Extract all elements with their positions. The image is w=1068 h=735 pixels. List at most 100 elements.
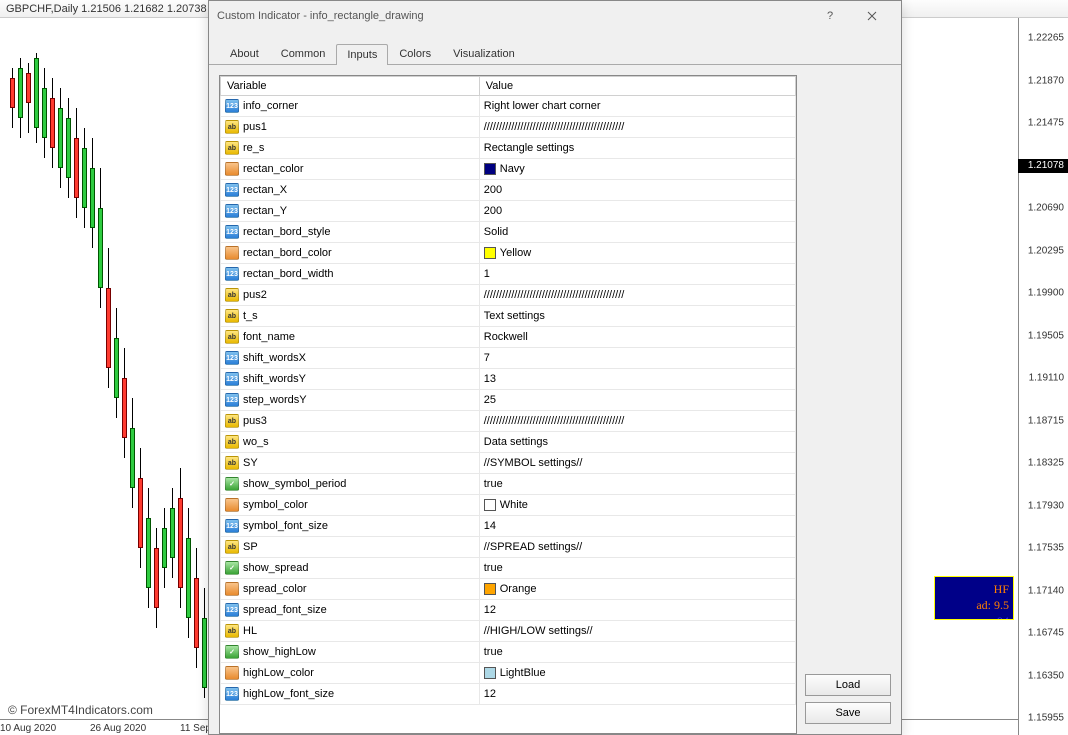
value-cell[interactable]: Right lower chart corner	[479, 96, 795, 117]
value-cell[interactable]: ////////////////////////////////////////…	[479, 285, 795, 306]
variable-name: spread_color	[243, 583, 307, 595]
table-row[interactable]: 123 shift_wordsX 7	[221, 348, 796, 369]
table-row[interactable]: 123rectan_bord_styleSolid	[221, 222, 796, 243]
table-row[interactable]: 123shift_wordsY13	[221, 369, 796, 390]
value-text: //SPREAD settings//	[484, 541, 582, 553]
table-row[interactable]: rectan_bord_colorYellow	[221, 243, 796, 264]
price-tick: 1.16745	[1028, 628, 1064, 639]
value-cell[interactable]: Rectangle settings	[479, 138, 795, 159]
attribution-text: © ForexMT4Indicators.com	[8, 703, 153, 717]
table-row[interactable]: 123symbol_font_size14	[221, 516, 796, 537]
variable-name: pus2	[243, 289, 267, 301]
inputs-grid[interactable]: Variable Value 123info_cornerRight lower…	[219, 75, 797, 734]
variable-name: font_name	[243, 331, 295, 343]
value-cell[interactable]: Orange	[479, 579, 795, 600]
variable-name: highLow_color	[243, 667, 314, 679]
variable-name: pus1	[243, 121, 267, 133]
tab-inputs[interactable]: Inputs	[336, 44, 388, 65]
price-tick: 1.21870	[1028, 75, 1064, 86]
table-row[interactable]: symbol_color White	[221, 495, 796, 516]
table-row[interactable]: highLow_color LightBlue	[221, 663, 796, 684]
value-cell[interactable]: 13	[479, 369, 795, 390]
table-row[interactable]: ✓show_highLowtrue	[221, 642, 796, 663]
value-cell[interactable]: Data settings	[479, 432, 795, 453]
value-cell[interactable]: ////////////////////////////////////////…	[479, 117, 795, 138]
col-variable[interactable]: Variable	[221, 77, 480, 96]
value-cell[interactable]: 14	[479, 516, 795, 537]
table-row[interactable]: spread_color Orange	[221, 579, 796, 600]
ab-type-icon: ab	[225, 309, 239, 323]
table-row[interactable]: abt_sText settings	[221, 306, 796, 327]
price-tick: 1.15955	[1028, 713, 1064, 724]
table-row[interactable]: rectan_color Navy	[221, 159, 796, 180]
value-cell[interactable]: 200	[479, 201, 795, 222]
value-cell[interactable]: White	[479, 495, 795, 516]
variable-name: rectan_color	[243, 163, 304, 175]
variable-name: shift_wordsX	[243, 352, 306, 364]
value-text: //SYMBOL settings//	[484, 457, 583, 469]
table-row[interactable]: abSP//SPREAD settings//	[221, 537, 796, 558]
value-cell[interactable]: Navy	[479, 159, 795, 180]
table-row[interactable]: 123spread_font_size12	[221, 600, 796, 621]
color-swatch	[484, 499, 496, 511]
value-cell[interactable]: LightBlue	[479, 663, 795, 684]
tab-colors[interactable]: Colors	[388, 43, 442, 64]
tab-about[interactable]: About	[219, 43, 270, 64]
ab-type-icon: ab	[225, 435, 239, 449]
variable-name: symbol_color	[243, 499, 308, 511]
table-row[interactable]: 123rectan_X200	[221, 180, 796, 201]
table-row[interactable]: abHL//HIGH/LOW settings//	[221, 621, 796, 642]
col-value[interactable]: Value	[479, 77, 795, 96]
value-cell[interactable]: Text settings	[479, 306, 795, 327]
variable-name: SP	[243, 541, 258, 553]
table-row[interactable]: abwo_sData settings	[221, 432, 796, 453]
bool-type-icon: ✓	[225, 561, 239, 575]
value-cell[interactable]: //SPREAD settings//	[479, 537, 795, 558]
tab-common[interactable]: Common	[270, 43, 337, 64]
titlebar[interactable]: Custom Indicator - info_rectangle_drawin…	[209, 1, 901, 31]
price-tick: 1.19900	[1028, 288, 1064, 299]
price-tick: 1.22265	[1028, 33, 1064, 44]
table-row[interactable]: abpus3//////////////////////////////////…	[221, 411, 796, 432]
value-cell[interactable]: //SYMBOL settings//	[479, 453, 795, 474]
value-text: White	[500, 499, 528, 511]
variable-name: HL	[243, 625, 257, 637]
value-cell[interactable]: true	[479, 642, 795, 663]
value-cell[interactable]: 1	[479, 264, 795, 285]
value-cell[interactable]: //HIGH/LOW settings//	[479, 621, 795, 642]
table-row[interactable]: ✓show_symbol_periodtrue	[221, 474, 796, 495]
value-cell[interactable]: 7	[479, 348, 795, 369]
value-cell[interactable]: true	[479, 558, 795, 579]
date-tick: 10 Aug 2020	[0, 723, 56, 734]
table-row[interactable]: abpus1//////////////////////////////////…	[221, 117, 796, 138]
close-button[interactable]	[851, 2, 893, 30]
value-cell[interactable]: 25	[479, 390, 795, 411]
value-cell[interactable]: Yellow	[479, 243, 795, 264]
value-cell[interactable]: 12	[479, 600, 795, 621]
table-row[interactable]: ✓show_spreadtrue	[221, 558, 796, 579]
table-row[interactable]: abfont_nameRockwell	[221, 327, 796, 348]
help-button[interactable]: ?	[809, 2, 851, 30]
ab-type-icon: ab	[225, 456, 239, 470]
table-row[interactable]: 123info_cornerRight lower chart corner	[221, 96, 796, 117]
table-row[interactable]: 123rectan_Y200	[221, 201, 796, 222]
table-row[interactable]: 123highLow_font_size12	[221, 684, 796, 705]
table-row[interactable]: 123step_wordsY25	[221, 390, 796, 411]
value-cell[interactable]: Rockwell	[479, 327, 795, 348]
table-row[interactable]: abpus2//////////////////////////////////…	[221, 285, 796, 306]
table-row[interactable]: abSY//SYMBOL settings//	[221, 453, 796, 474]
value-cell[interactable]: Solid	[479, 222, 795, 243]
value-cell[interactable]: ////////////////////////////////////////…	[479, 411, 795, 432]
value-cell[interactable]: 12	[479, 684, 795, 705]
table-row[interactable]: abre_sRectangle settings	[221, 138, 796, 159]
value-cell[interactable]: 200	[479, 180, 795, 201]
variable-name: rectan_Y	[243, 205, 287, 217]
load-button[interactable]: Load	[805, 674, 891, 696]
table-row[interactable]: 123rectan_bord_width1	[221, 264, 796, 285]
value-cell[interactable]: true	[479, 474, 795, 495]
tab-visualization[interactable]: Visualization	[442, 43, 526, 64]
custom-indicator-dialog: Custom Indicator - info_rectangle_drawin…	[208, 0, 902, 735]
color-swatch	[484, 163, 496, 175]
save-button[interactable]: Save	[805, 702, 891, 724]
123-type-icon: 123	[225, 351, 239, 365]
